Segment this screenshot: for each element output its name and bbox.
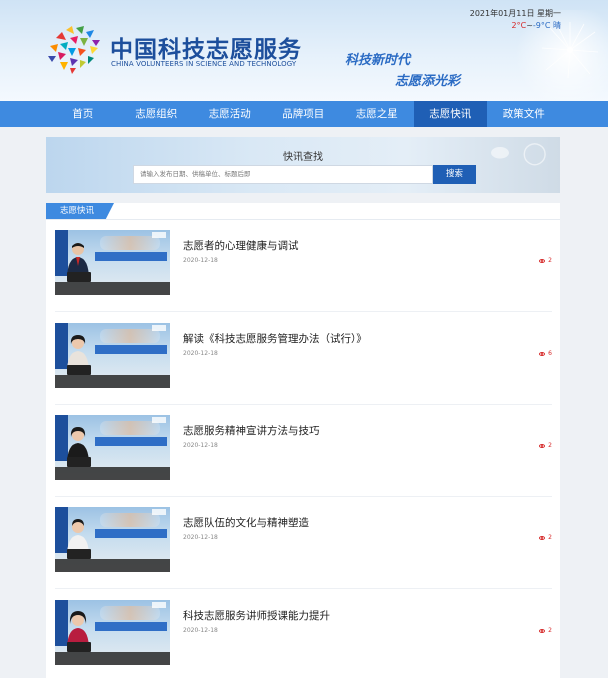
view-count-value: 2 xyxy=(548,442,552,449)
thumbnail-hands xyxy=(100,606,160,620)
site-header: 中国科技志愿服务 CHINA VOLUNTEERS IN SCIENCE AND… xyxy=(0,0,608,101)
view-count-value: 2 xyxy=(548,257,552,264)
thumbnail-logo xyxy=(152,325,166,331)
search-button[interactable]: 搜索 xyxy=(433,165,476,184)
thumbnail-title-band xyxy=(95,252,167,261)
thumbnail-hands xyxy=(100,513,160,527)
view-count: 2 xyxy=(539,534,552,541)
news-item-5[interactable]: 科技志愿服务讲师授课能力提升 2020-12-18 2 xyxy=(55,600,552,670)
weather-info: 2°C~-9°C 晴 xyxy=(512,20,562,31)
thumbnail-title-band xyxy=(95,529,167,538)
laptop-icon xyxy=(67,457,91,467)
nav-item-organizations[interactable]: 志愿组织 xyxy=(120,101,194,127)
thumbnail-caption xyxy=(55,375,170,388)
eye-icon xyxy=(539,535,546,540)
news-item-2[interactable]: 解读《科技志愿服务管理办法（试行）》 2020-12-18 6 xyxy=(55,323,552,393)
thumbnail-logo xyxy=(152,509,166,515)
laptop-icon xyxy=(67,272,91,282)
nav-item-activities[interactable]: 志愿活动 xyxy=(193,101,267,127)
news-item-1[interactable]: 志愿者的心理健康与调试 2020-12-18 2 xyxy=(55,230,552,300)
item-separator xyxy=(55,588,552,589)
news-date: 2020-12-18 xyxy=(183,442,218,449)
weather-high: 2°C xyxy=(511,21,527,30)
news-panel: 志愿快讯 志愿者的心理健康与调试 2020-12-18 2 解读《科技志愿服务管… xyxy=(46,203,560,678)
view-count-value: 2 xyxy=(548,627,552,634)
main-nav: 首页 志愿组织 志愿活动 品牌项目 志愿之星 志愿快讯 政策文件 xyxy=(0,101,608,127)
thumbnail-title-band xyxy=(95,345,167,354)
nav-list: 首页 志愿组织 志愿活动 品牌项目 志愿之星 志愿快讯 政策文件 xyxy=(46,101,561,127)
nav-item-policy-documents[interactable]: 政策文件 xyxy=(487,101,561,127)
eye-icon xyxy=(539,351,546,356)
panel-tab[interactable]: 志愿快讯 xyxy=(46,203,114,219)
site-subtitle: CHINA VOLUNTEERS IN SCIENCE AND TECHNOLO… xyxy=(111,60,297,68)
thumbnail-caption xyxy=(55,282,170,295)
news-date: 2020-12-18 xyxy=(183,534,218,541)
news-item-3[interactable]: 志愿服务精神宣讲方法与技巧 2020-12-18 2 xyxy=(55,415,552,485)
laptop-icon xyxy=(67,642,91,652)
thumbnail-caption xyxy=(55,467,170,480)
thumbnail-caption xyxy=(55,652,170,665)
eye-icon xyxy=(539,258,546,263)
thumbnail-hands xyxy=(100,329,160,343)
view-count: 2 xyxy=(539,257,552,264)
news-date: 2020-12-18 xyxy=(183,257,218,264)
thumbnail-title-band xyxy=(95,437,167,446)
news-thumbnail[interactable] xyxy=(55,415,170,480)
item-separator xyxy=(55,404,552,405)
item-separator xyxy=(55,496,552,497)
news-title[interactable]: 志愿者的心理健康与调试 xyxy=(183,238,299,253)
thumbnail-hands xyxy=(100,421,160,435)
thumbnail-logo xyxy=(152,232,166,238)
view-count: 2 xyxy=(539,442,552,449)
slogan-line-2: 志愿添光彩 xyxy=(395,74,461,89)
news-thumbnail[interactable] xyxy=(55,323,170,388)
thumbnail-logo xyxy=(152,417,166,423)
news-thumbnail[interactable] xyxy=(55,507,170,572)
current-date: 2021年01月11日 星期一 xyxy=(469,9,561,18)
view-count: 6 xyxy=(539,350,552,357)
news-title[interactable]: 志愿服务精神宣讲方法与技巧 xyxy=(183,423,320,438)
nav-item-news[interactable]: 志愿快讯 xyxy=(413,101,487,127)
news-title[interactable]: 解读《科技志愿服务管理办法（试行）》 xyxy=(183,331,367,346)
nav-item-brand-projects[interactable]: 品牌项目 xyxy=(267,101,341,127)
thumbnail-hands xyxy=(100,236,160,250)
panel-divider xyxy=(46,219,560,220)
news-date: 2020-12-18 xyxy=(183,350,218,357)
nav-item-home[interactable]: 首页 xyxy=(46,101,120,127)
search-input[interactable]: 请输入发布日期、供稿单位、标题后即 xyxy=(133,165,433,184)
view-count: 2 xyxy=(539,627,552,634)
search-title: 快讯查找 xyxy=(283,152,323,163)
news-title[interactable]: 志愿队伍的文化与精神塑造 xyxy=(183,515,309,530)
laptop-icon xyxy=(67,549,91,559)
view-count-value: 2 xyxy=(548,534,552,541)
slogan-line-1: 科技新时代 xyxy=(345,53,411,68)
weather-low: -9°C 晴 xyxy=(532,21,561,30)
site-title: 中国科技志愿服务 xyxy=(110,37,302,63)
logo-icon xyxy=(48,26,100,74)
nav-item-volunteer-stars[interactable]: 志愿之星 xyxy=(340,101,414,127)
view-count-value: 6 xyxy=(548,350,552,357)
item-separator xyxy=(55,311,552,312)
news-thumbnail[interactable] xyxy=(55,230,170,295)
thumbnail-title-band xyxy=(95,622,167,631)
weather-separator: ~ xyxy=(526,21,533,30)
news-thumbnail[interactable] xyxy=(55,600,170,665)
laptop-icon xyxy=(67,365,91,375)
news-item-4[interactable]: 志愿队伍的文化与精神塑造 2020-12-18 2 xyxy=(55,507,552,577)
eye-icon xyxy=(539,443,546,448)
news-title[interactable]: 科技志愿服务讲师授课能力提升 xyxy=(183,608,330,623)
thumbnail-logo xyxy=(152,602,166,608)
thumbnail-caption xyxy=(55,559,170,572)
eye-icon xyxy=(539,628,546,633)
news-date: 2020-12-18 xyxy=(183,627,218,634)
search-banner: ⬬ ◯ 快讯查找 请输入发布日期、供稿单位、标题后即 搜索 xyxy=(46,137,560,193)
